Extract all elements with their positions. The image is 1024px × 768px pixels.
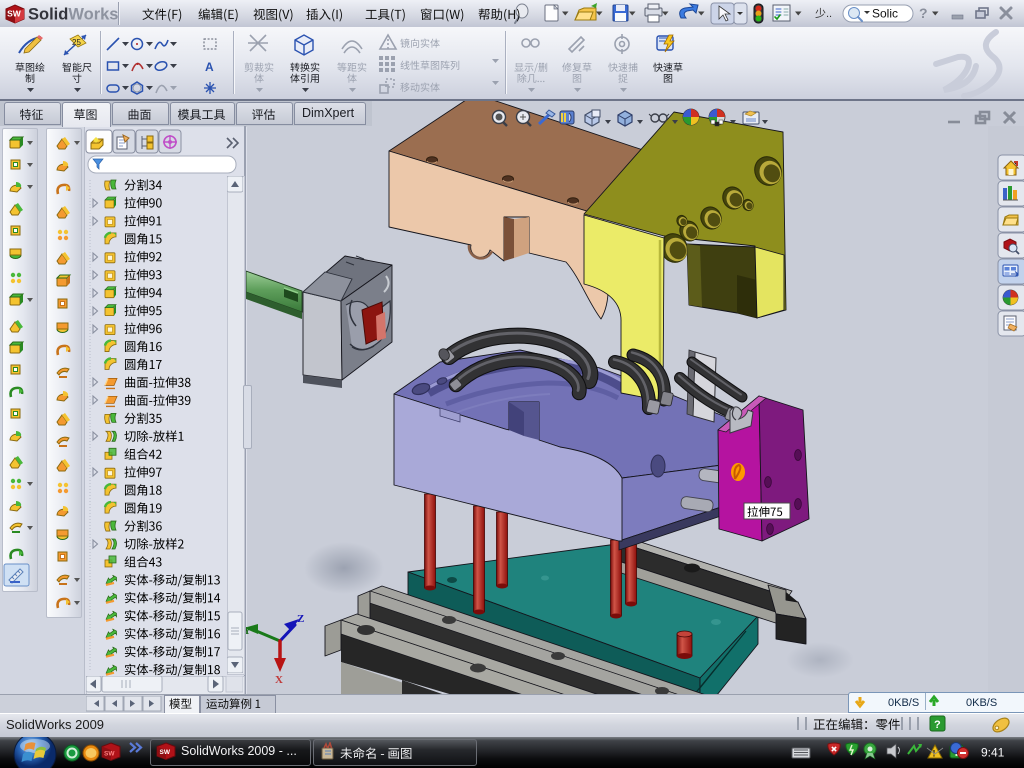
- svg-text:?: ?: [934, 719, 941, 731]
- svg-text:SW: SW: [104, 751, 115, 758]
- svg-text:Z: Z: [297, 613, 304, 625]
- svg-text:Y: Y: [246, 625, 251, 637]
- svg-text:0KB/S: 0KB/S: [966, 697, 997, 709]
- svg-text:SW: SW: [160, 749, 171, 756]
- svg-text:0KB/S: 0KB/S: [888, 697, 919, 709]
- svg-text:9:41: 9:41: [981, 746, 1005, 760]
- svg-text:X: X: [275, 674, 283, 686]
